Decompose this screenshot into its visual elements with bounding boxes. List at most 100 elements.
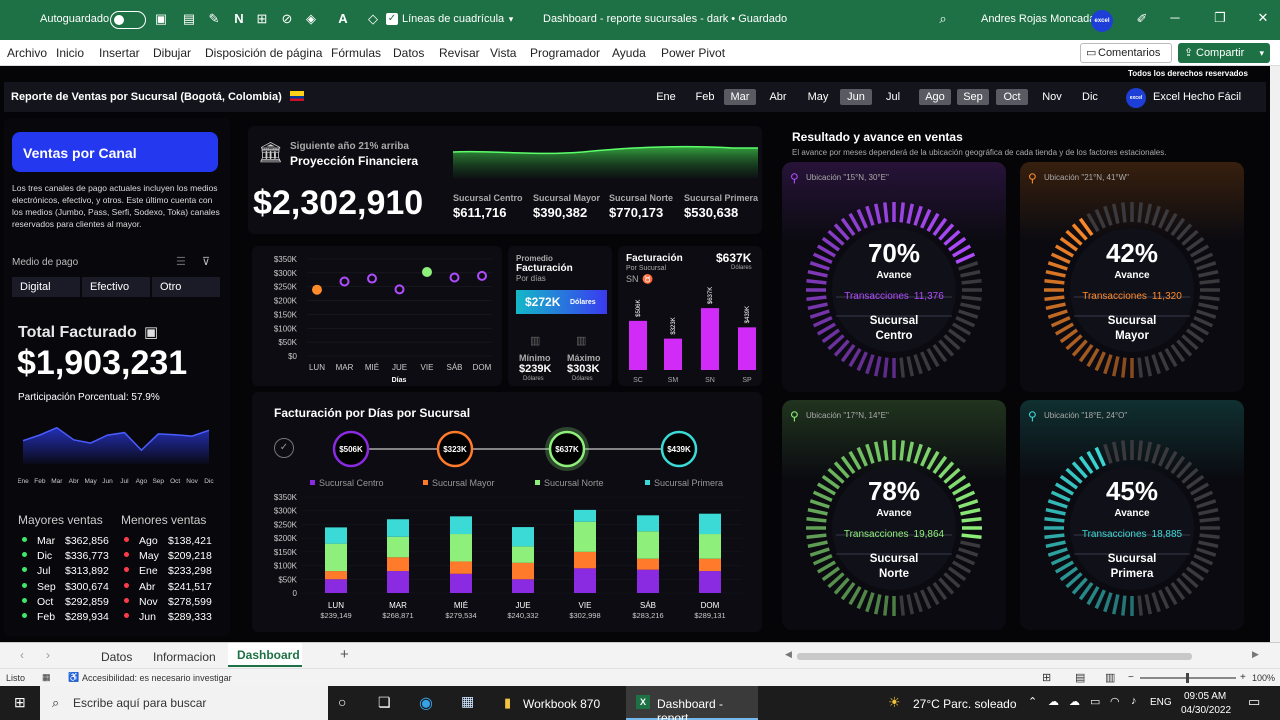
- comments-button[interactable]: ▭ Comentarios: [1080, 43, 1172, 63]
- payment-digital-button[interactable]: Digital: [12, 277, 80, 297]
- weather-icon[interactable]: ☀: [888, 694, 901, 711]
- month-feb[interactable]: Feb: [689, 89, 721, 105]
- minimize-icon[interactable]: ─: [1166, 10, 1184, 28]
- zoom-slider-thumb[interactable]: [1186, 673, 1189, 683]
- pen-icon[interactable]: ✐: [1133, 10, 1151, 28]
- restore-icon[interactable]: ❐: [1211, 10, 1229, 28]
- accessibility-status[interactable]: Accesibilidad: es necesario investigar: [82, 673, 232, 683]
- document-title[interactable]: Dashboard - reporte sucursales - dark • …: [543, 13, 787, 25]
- page-break-icon[interactable]: ▥: [1105, 671, 1115, 684]
- close-icon[interactable]: ✕: [1254, 10, 1272, 28]
- taskbar-excel[interactable]: X Dashboard - report...: [626, 686, 758, 720]
- menu-ayuda[interactable]: Ayuda: [612, 46, 646, 60]
- zoom-in-icon[interactable]: +: [1240, 672, 1246, 683]
- zoom-level[interactable]: 100%: [1252, 673, 1275, 683]
- scroll-right-icon[interactable]: ▶: [1252, 649, 1259, 660]
- network-icon[interactable]: ▭: [1090, 695, 1100, 708]
- tab-next-icon[interactable]: ›: [46, 648, 50, 662]
- month-nov[interactable]: Nov: [1036, 89, 1068, 105]
- wifi-icon[interactable]: ◠: [1110, 695, 1120, 708]
- menu-power-pivot[interactable]: Power Pivot: [661, 46, 725, 60]
- windows-start-icon[interactable]: ⊞: [14, 694, 26, 711]
- share-chevron-icon[interactable]: ▾: [1259, 43, 1264, 63]
- taskbar-search[interactable]: ⌕ Escribe aquí para buscar: [40, 686, 328, 720]
- normal-view-icon[interactable]: ⊞: [1042, 671, 1051, 684]
- month-jul[interactable]: Jul: [877, 89, 909, 105]
- vertical-scrollbar[interactable]: [1270, 66, 1280, 642]
- min-unit: Dólares: [523, 376, 544, 382]
- taskbar-workbook[interactable]: ▮ Workbook 870: [494, 686, 622, 720]
- tab-prev-icon[interactable]: ‹: [20, 648, 24, 662]
- gauge-tick: [1045, 302, 1066, 311]
- clear-filter-icon[interactable]: ⊽: [202, 255, 210, 268]
- eraser-icon[interactable]: ◇: [364, 10, 382, 28]
- tray-chevron-icon[interactable]: ⌃: [1028, 695, 1037, 708]
- macro-icon[interactable]: ▦: [42, 672, 51, 683]
- tab-datos[interactable]: Datos: [101, 650, 132, 664]
- cortana-icon[interactable]: ○: [338, 694, 346, 710]
- multiselect-icon[interactable]: ☰: [176, 255, 186, 268]
- menu-formulas[interactable]: Fórmulas: [331, 46, 381, 60]
- horizontal-scrollbar-thumb[interactable]: [797, 653, 1192, 660]
- grid-icon[interactable]: ⊞: [253, 10, 271, 28]
- gauge-tick: [1121, 440, 1127, 461]
- branch-proj-label: Sucursal Mayor: [533, 193, 601, 203]
- scatter-xtick: JUE: [392, 363, 407, 372]
- weather-text[interactable]: 27°C Parc. soleado: [913, 697, 1017, 711]
- menu-datos[interactable]: Datos: [393, 46, 424, 60]
- month-oct[interactable]: Oct: [996, 89, 1028, 105]
- zoom-out-icon[interactable]: −: [1128, 672, 1134, 683]
- form-icon[interactable]: ▤: [180, 10, 198, 28]
- month-dic[interactable]: Dic: [1074, 89, 1106, 105]
- menu-dibujar[interactable]: Dibujar: [153, 46, 191, 60]
- task-view-icon[interactable]: ❏: [378, 694, 391, 711]
- qat-more-icon[interactable]: ▾: [502, 10, 520, 28]
- month-sep[interactable]: Sep: [957, 89, 989, 105]
- menu-insertar[interactable]: Insertar: [99, 46, 140, 60]
- fill-color-icon[interactable]: ◈: [302, 10, 320, 28]
- timeline-circle-value: $637K: [555, 445, 579, 454]
- gridlines-checkbox[interactable]: ✓: [386, 13, 398, 25]
- scroll-left-icon[interactable]: ◀: [785, 649, 792, 660]
- scatter-ytick: $200K: [274, 297, 298, 306]
- menu-programador[interactable]: Programador: [530, 46, 600, 60]
- n-icon[interactable]: N: [230, 10, 248, 28]
- month-ago[interactable]: Ago: [919, 89, 951, 105]
- menu-revisar[interactable]: Revisar: [439, 46, 480, 60]
- add-sheet-icon[interactable]: +: [340, 646, 349, 663]
- accessibility-icon[interactable]: ♿: [68, 672, 79, 683]
- save-icon[interactable]: ▣: [152, 10, 170, 28]
- month-may[interactable]: May: [802, 89, 834, 105]
- clock-time[interactable]: 09:05 AM: [1184, 691, 1226, 702]
- menu-archivo[interactable]: Archivo: [7, 46, 47, 60]
- onedrive-icon[interactable]: ☁: [1048, 695, 1059, 708]
- gauge-tick: [883, 202, 889, 223]
- search-icon[interactable]: ⌕: [934, 10, 952, 28]
- volume-icon[interactable]: ♪: [1131, 695, 1137, 707]
- total-label: Total Facturado: [18, 324, 137, 341]
- menu-disposicion[interactable]: Disposición de página: [205, 46, 322, 60]
- month-abr[interactable]: Abr: [762, 89, 794, 105]
- edge-icon[interactable]: ◉: [419, 693, 433, 713]
- cloud-icon[interactable]: ☁: [1069, 695, 1080, 708]
- tab-informacion[interactable]: Informacion: [153, 650, 216, 664]
- clear-format-icon[interactable]: ⊘: [278, 10, 296, 28]
- tab-dashboard[interactable]: Dashboard: [228, 643, 302, 667]
- payment-otro-button[interactable]: Otro: [152, 277, 220, 297]
- month-jun[interactable]: Jun: [840, 89, 872, 105]
- payment-efectivo-button[interactable]: Efectivo: [82, 277, 150, 297]
- page-layout-icon[interactable]: ▤: [1075, 671, 1085, 684]
- notifications-icon[interactable]: ▭: [1248, 694, 1260, 710]
- month-mar[interactable]: Mar: [724, 89, 756, 105]
- autosave-toggle[interactable]: [110, 11, 146, 29]
- menu-inicio[interactable]: Inicio: [56, 46, 84, 60]
- share-button[interactable]: ⇪ Compartir ▾: [1178, 43, 1270, 63]
- avatar[interactable]: excel: [1091, 10, 1113, 32]
- month-ene[interactable]: Ene: [650, 89, 682, 105]
- language-indicator[interactable]: ENG: [1150, 697, 1172, 708]
- font-color-icon[interactable]: A: [334, 10, 352, 28]
- menu-vista[interactable]: Vista: [490, 46, 516, 60]
- calculator-icon[interactable]: ▦: [461, 693, 474, 710]
- clock-date[interactable]: 04/30/2022: [1181, 705, 1231, 716]
- brush-icon[interactable]: ✎: [205, 10, 223, 28]
